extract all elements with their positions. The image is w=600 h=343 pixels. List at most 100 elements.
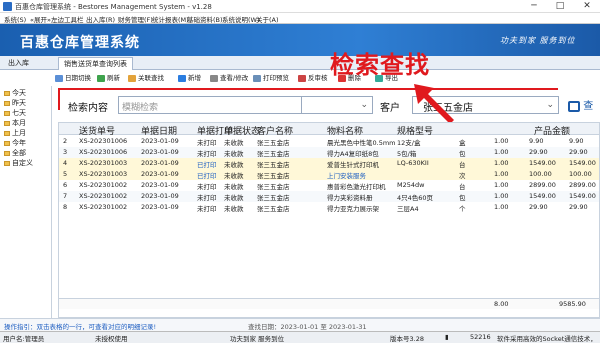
date-range: 查找日期：2023-01-01 至 2023-01-31 xyxy=(248,323,367,331)
table-cell: 得力亚克力展示架 xyxy=(327,205,379,213)
tree-item-seven-days[interactable]: 七天 xyxy=(4,108,26,118)
date-tree-panel: 今天 昨天 七天 本月 上月 今年 全部 自定义 xyxy=(0,86,52,334)
table-cell: 未打印 xyxy=(197,205,217,213)
table-row[interactable]: 8 XS-202301002 2023-01-09 未打印 未收款 张三五金店 得力亚克力展… xyxy=(59,202,599,213)
table-cell: 2899.00 xyxy=(529,181,556,189)
add-icon xyxy=(178,75,186,82)
date-switch-button[interactable]: 日期切换 xyxy=(55,72,91,85)
menu-about[interactable]: 关于(A) xyxy=(256,14,279,24)
table-cell: 未打印 xyxy=(197,194,217,202)
table-row[interactable]: 6 XS-202301002 2023-01-09 未打印 未收款 张三五金店 惠普彩色激光… xyxy=(59,180,599,191)
menu-reports[interactable]: 统计报表(M) xyxy=(152,14,189,24)
menu-basic-data[interactable]: 基础资料(B) xyxy=(187,14,223,24)
related-search-button[interactable]: 关联查找 xyxy=(128,72,164,85)
undo-icon xyxy=(298,75,306,82)
table-cell: XS-202301002 xyxy=(79,203,128,211)
table-cell: 1549.00 xyxy=(569,159,596,167)
table-row[interactable]: 4 XS-202301003 2023-01-09 已打印 未收款 张三五金店 爱普生针式打… xyxy=(59,158,599,169)
table-cell: 惠普彩色激光打印机 xyxy=(327,183,386,191)
menu-system[interactable]: 系统(S) xyxy=(4,14,26,24)
table-cell: 未收款 xyxy=(224,150,244,158)
tree-item-this-month[interactable]: 本月 xyxy=(4,118,26,128)
folder-icon xyxy=(4,100,10,106)
edit-icon xyxy=(210,75,218,82)
table-cell: 未打印 xyxy=(197,139,217,147)
operation-tip: 操作指引：双击表格的一行，可查看对应的明细记录! xyxy=(4,323,157,331)
app-icon xyxy=(3,2,12,11)
chevron-down-icon: ⌄ xyxy=(360,100,368,110)
table-cell: 个 xyxy=(459,205,466,213)
table-cell: 29.90 xyxy=(569,203,588,211)
table-cell: M254dw xyxy=(397,181,425,189)
table-row[interactable]: 7 XS-202301002 2023-01-09 未打印 未收款 张三五金店 得力夹彩资料… xyxy=(59,191,599,202)
menu-expand-toolbar[interactable]: «展开»左边工具栏 xyxy=(30,14,83,24)
table-cell: 未打印 xyxy=(197,183,217,191)
table-cell: 张三五金店 xyxy=(257,194,290,202)
tree-item-last-month[interactable]: 上月 xyxy=(4,128,26,138)
status-version: 版本号3.28 xyxy=(390,335,424,343)
table-cell: 1.00 xyxy=(494,181,509,189)
total-qty: 8.00 xyxy=(494,300,509,308)
tab-stock-io[interactable]: 出入库 xyxy=(8,58,29,68)
tree-item-custom[interactable]: 自定义 xyxy=(4,158,33,168)
table-cell: 张三五金店 xyxy=(257,139,290,147)
tree-item-this-year[interactable]: 今年 xyxy=(4,138,26,148)
table-cell: 1.00 xyxy=(494,192,509,200)
window-title: 百惠仓库管理系统 - Bestores Management System - … xyxy=(15,3,212,11)
table-cell: 5包/箱 xyxy=(397,150,417,158)
table-cell: 张三五金店 xyxy=(257,183,290,191)
table-header: 送货单号 单据日期 单据打印 单据状态 客户名称 物料名称 规格型号 产品金额 xyxy=(59,123,599,137)
table-cell: 张三五金店 xyxy=(257,205,290,213)
folder-icon xyxy=(4,130,10,136)
reverse-audit-button[interactable]: 反审核 xyxy=(298,72,328,85)
status-auth: 未授权使用 xyxy=(95,335,128,343)
refresh-button[interactable]: 刷新 xyxy=(97,72,120,85)
tree-item-yesterday[interactable]: 昨天 xyxy=(4,98,26,108)
table-row[interactable]: 3 XS-202301006 2023-01-09 未打印 未收款 张三五金店 得力A4复印… xyxy=(59,147,599,158)
table-row[interactable]: 2 XS-202301006 2023-01-09 未打印 未收款 张三五金店 晨光黑色中性… xyxy=(59,136,599,147)
table-cell: 已打印 xyxy=(197,161,217,169)
folder-icon xyxy=(4,90,10,96)
table-cell: 1.00 xyxy=(494,203,509,211)
table-cell: LQ-630KII xyxy=(397,159,429,167)
menu-finance[interactable]: 财务管理(F) xyxy=(118,14,153,24)
table-cell: XS-202301003 xyxy=(79,159,128,167)
table-cell: 9.90 xyxy=(529,137,544,145)
tree-item-all[interactable]: 全部 xyxy=(4,148,26,158)
add-button[interactable]: 新增 xyxy=(178,72,201,85)
menu-help[interactable]: 系统说明(W) xyxy=(222,14,260,24)
table-cell: XS-202301006 xyxy=(79,148,128,156)
table-cell: 张三五金店 xyxy=(257,150,290,158)
table-cell: 未收款 xyxy=(224,161,244,169)
toolbar: 日期切换 刷新 关联查找 新增 查看/修改 打印预览 反审核 删除 导出 xyxy=(55,72,600,86)
table-cell: 未收款 xyxy=(224,205,244,213)
table-cell: 1549.00 xyxy=(529,159,556,167)
close-button[interactable]: ✕ xyxy=(576,0,598,13)
status-service: 功夫到家 服务到位 xyxy=(230,335,285,343)
minimize-button[interactable]: ─ xyxy=(523,0,545,13)
table-cell: 1549.00 xyxy=(569,192,596,200)
annotation-text: 检索查找 xyxy=(330,51,430,79)
table-cell: 台 xyxy=(459,183,466,191)
table-cell: 得力A4复印纸8包 xyxy=(327,150,379,158)
print-preview-button[interactable]: 打印预览 xyxy=(253,72,289,85)
menu-stock-io[interactable]: 出入库(R) xyxy=(86,14,115,24)
table-total-row: 8.00 9585.90 xyxy=(59,298,599,309)
maximize-button[interactable]: □ xyxy=(549,0,571,13)
nav-tabs: 出入库 销售送货单查询列表 xyxy=(0,56,600,70)
search-field-select[interactable]: ⌄ xyxy=(301,96,373,114)
status-lock-icon: ▮ xyxy=(445,333,449,341)
search-button[interactable]: 查 xyxy=(568,97,598,113)
app-header: 百惠仓库管理系统 功夫到家 服务到位 xyxy=(0,24,600,56)
table-cell: 8 xyxy=(63,203,68,211)
view-edit-button[interactable]: 查看/修改 xyxy=(210,72,248,85)
title-bar: 百惠仓库管理系统 - Bestores Management System - … xyxy=(0,0,600,13)
tree-item-today[interactable]: 今天 xyxy=(4,88,26,98)
table-cell: 3 xyxy=(63,148,68,156)
table-cell: 未收款 xyxy=(224,139,244,147)
refresh-icon xyxy=(97,75,105,82)
table-cell: XS-202301003 xyxy=(79,170,128,178)
table-cell: 已打印 xyxy=(197,172,217,180)
tab-sales-delivery-list[interactable]: 销售送货单查询列表 xyxy=(58,57,133,70)
table-row[interactable]: 5 XS-202301003 2023-01-09 已打印 未收款 张三五金店 上门安装服务… xyxy=(59,169,599,180)
